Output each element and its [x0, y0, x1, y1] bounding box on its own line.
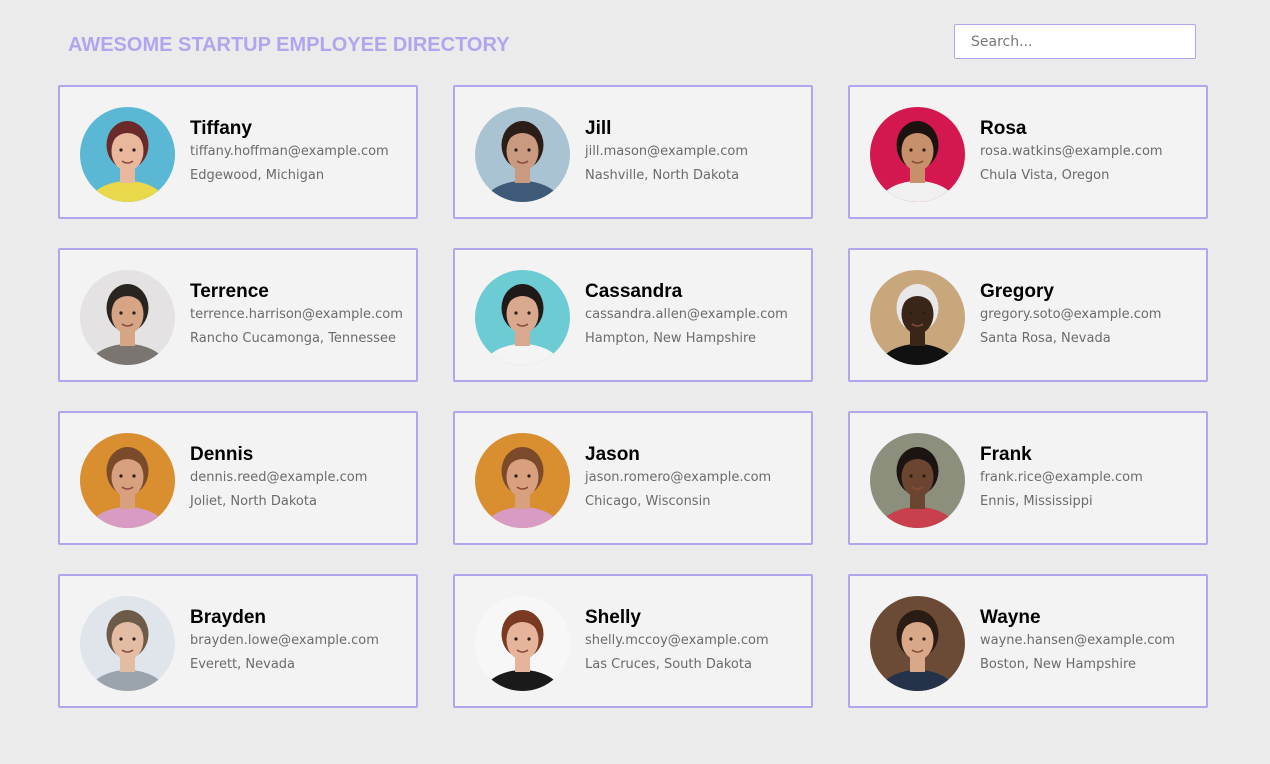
portrait-photo	[475, 107, 570, 202]
portrait-photo	[80, 107, 175, 202]
employee-email: cassandra.allen@example.com	[585, 307, 788, 322]
portrait-photo	[870, 433, 965, 528]
employee-email: dennis.reed@example.com	[190, 470, 368, 485]
employee-email: jill.mason@example.com	[585, 144, 749, 159]
employee-location: Rancho Cucamonga, Tennessee	[190, 331, 396, 346]
employee-location: Chicago, Wisconsin	[585, 494, 711, 509]
employee-name: Frank	[980, 444, 1032, 465]
employee-card[interactable]: Jason jason.romero@example.com Chicago, …	[453, 411, 813, 545]
employee-email: jason.romero@example.com	[585, 470, 772, 485]
employee-name: Brayden	[190, 607, 267, 628]
search-input[interactable]	[954, 24, 1196, 59]
employee-name: Shelly	[585, 607, 641, 628]
portrait-photo	[475, 433, 570, 528]
employee-email: shelly.mccoy@example.com	[585, 633, 769, 648]
employee-location: Santa Rosa, Nevada	[980, 331, 1111, 346]
portrait-photo	[80, 433, 175, 528]
employee-name: Terrence	[190, 281, 269, 302]
employee-email: rosa.watkins@example.com	[980, 144, 1163, 159]
avatar	[80, 270, 175, 365]
employee-name: Wayne	[980, 607, 1041, 628]
employee-name: Rosa	[980, 118, 1027, 139]
employee-card[interactable]: Shelly shelly.mccoy@example.com Las Cruc…	[453, 574, 813, 708]
employee-email: terrence.harrison@example.com	[190, 307, 403, 322]
employee-name: Cassandra	[585, 281, 683, 302]
avatar	[475, 596, 570, 691]
avatar	[80, 596, 175, 691]
employee-card[interactable]: Jill jill.mason@example.com Nashville, N…	[453, 85, 813, 219]
portrait-photo	[80, 596, 175, 691]
employee-location: Joliet, North Dakota	[190, 494, 317, 509]
employee-email: frank.rice@example.com	[980, 470, 1143, 485]
avatar	[475, 270, 570, 365]
avatar	[870, 596, 965, 691]
employee-location: Ennis, Mississippi	[980, 494, 1093, 509]
employee-location: Chula Vista, Oregon	[980, 168, 1110, 183]
employee-card[interactable]: Rosa rosa.watkins@example.com Chula Vist…	[848, 85, 1208, 219]
employee-location: Boston, New Hampshire	[980, 657, 1137, 672]
employee-email: tiffany.hoffman@example.com	[190, 144, 389, 159]
avatar	[870, 270, 965, 365]
employee-name: Jason	[585, 444, 640, 465]
employee-location: Nashville, North Dakota	[585, 168, 740, 183]
portrait-photo	[475, 270, 570, 365]
avatar	[475, 107, 570, 202]
employee-card[interactable]: Dennis dennis.reed@example.com Joliet, N…	[58, 411, 418, 545]
employee-email: brayden.lowe@example.com	[190, 633, 379, 648]
employee-name: Jill	[585, 118, 612, 139]
employee-card[interactable]: Cassandra cassandra.allen@example.com Ha…	[453, 248, 813, 382]
employee-name: Gregory	[980, 281, 1054, 302]
employee-card[interactable]: Tiffany tiffany.hoffman@example.com Edge…	[58, 85, 418, 219]
employee-email: gregory.soto@example.com	[980, 307, 1162, 322]
employee-grid: Tiffany tiffany.hoffman@example.com Edge…	[58, 85, 1208, 708]
employee-card[interactable]: Terrence terrence.harrison@example.com R…	[58, 248, 418, 382]
employee-location: Las Cruces, South Dakota	[585, 657, 752, 672]
avatar	[870, 433, 965, 528]
employee-location: Edgewood, Michigan	[190, 168, 325, 183]
portrait-photo	[475, 596, 570, 691]
portrait-photo	[870, 596, 965, 691]
employee-location: Hampton, New Hampshire	[585, 331, 757, 346]
employee-card[interactable]: Wayne wayne.hansen@example.com Boston, N…	[848, 574, 1208, 708]
employee-name: Dennis	[190, 444, 254, 465]
employee-name: Tiffany	[190, 118, 252, 139]
employee-email: wayne.hansen@example.com	[980, 633, 1175, 648]
avatar	[870, 107, 965, 202]
portrait-photo	[870, 270, 965, 365]
avatar	[475, 433, 570, 528]
avatar	[80, 433, 175, 528]
portrait-photo	[870, 107, 965, 202]
employee-location: Everett, Nevada	[190, 657, 296, 672]
avatar	[80, 107, 175, 202]
employee-card[interactable]: Gregory gregory.soto@example.com Santa R…	[848, 248, 1208, 382]
employee-card[interactable]: Brayden brayden.lowe@example.com Everett…	[58, 574, 418, 708]
page-title: AWESOME STARTUP EMPLOYEE DIRECTORY	[68, 34, 510, 56]
portrait-photo	[80, 270, 175, 365]
employee-card[interactable]: Frank frank.rice@example.com Ennis, Miss…	[848, 411, 1208, 545]
